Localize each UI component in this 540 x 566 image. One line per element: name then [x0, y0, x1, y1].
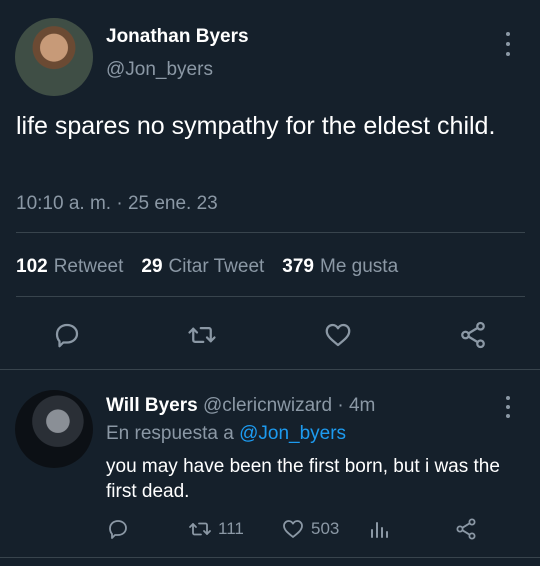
tweet-stats: 102 Retweet 29 Citar Tweet 379 Me gusta: [16, 256, 398, 278]
heart-icon[interactable]: [323, 320, 353, 350]
reply-text: you may have been the first born, but i …: [106, 456, 500, 502]
more-vertical-icon[interactable]: [498, 32, 518, 56]
reply-avatar[interactable]: [15, 390, 93, 468]
reply-retweet-count: 111: [218, 519, 244, 538]
dot: [506, 396, 510, 400]
quotes-count: 29: [141, 256, 163, 277]
share-icon[interactable]: [458, 320, 488, 350]
heart-icon: [283, 520, 303, 538]
reply-reply-button[interactable]: [106, 517, 130, 541]
tweet-timestamp[interactable]: 10:10 a. m. · 25 ene. 23: [16, 193, 218, 215]
reply-author-handle[interactable]: @clericnwizard: [203, 395, 332, 416]
reply-separator: ·: [337, 395, 344, 416]
divider: [0, 557, 540, 558]
dot: [506, 414, 510, 418]
tweet-text: life spares no sympathy for the eldest c…: [16, 112, 496, 140]
dot: [506, 32, 510, 36]
divider: [16, 296, 525, 297]
likes-stat[interactable]: 379 Me gusta: [282, 256, 398, 278]
analytics-icon: [371, 522, 388, 538]
author-handle[interactable]: @Jon_byers: [106, 59, 213, 81]
reply-analytics-button[interactable]: [367, 517, 391, 541]
reply-time[interactable]: 4m: [349, 395, 375, 416]
quotes-stat[interactable]: 29 Citar Tweet: [141, 256, 264, 278]
in-reply-to: En respuesta a @Jon_byers: [106, 423, 346, 445]
in-reply-mention[interactable]: @Jon_byers: [239, 423, 346, 444]
divider: [0, 369, 540, 370]
retweets-stat[interactable]: 102 Retweet: [16, 256, 123, 278]
more-vertical-icon[interactable]: [498, 396, 518, 418]
reply-like-count: 503: [311, 519, 340, 538]
reply-share-button[interactable]: [454, 517, 478, 541]
reply-like-button[interactable]: 503: [281, 517, 339, 541]
share-icon: [456, 518, 476, 540]
reply-icon: [109, 520, 127, 539]
divider: [16, 232, 525, 233]
dot: [506, 52, 510, 56]
author-name[interactable]: Jonathan Byers: [106, 26, 249, 48]
retweet-icon: [189, 522, 211, 536]
quotes-label: Citar Tweet: [168, 256, 265, 277]
reply-header: Will Byers @clericnwizard · 4m: [106, 395, 375, 417]
author-avatar[interactable]: [15, 18, 93, 96]
in-reply-prefix: En respuesta a: [106, 423, 234, 444]
retweet-icon[interactable]: [187, 320, 217, 350]
retweets-label: Retweet: [53, 256, 124, 277]
retweets-count: 102: [16, 256, 48, 277]
likes-count: 379: [282, 256, 314, 277]
reply-author-name[interactable]: Will Byers: [106, 395, 198, 416]
likes-label: Me gusta: [320, 256, 399, 277]
reply-retweet-button[interactable]: 111: [188, 517, 244, 541]
reply-icon[interactable]: [52, 320, 82, 350]
dot: [506, 405, 510, 409]
dot: [506, 42, 510, 46]
